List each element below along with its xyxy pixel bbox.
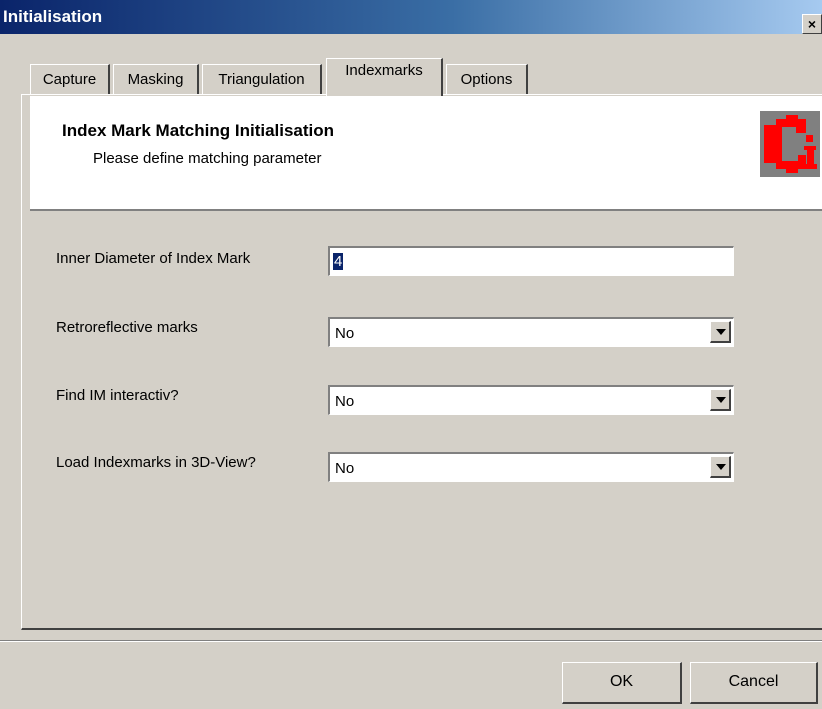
retroreflective-select[interactable]: No bbox=[328, 317, 734, 347]
inner-diameter-input[interactable]: 4 bbox=[328, 246, 734, 276]
cancel-button[interactable]: Cancel bbox=[690, 662, 818, 704]
chevron-down-icon[interactable] bbox=[710, 321, 731, 343]
find-im-value: No bbox=[335, 393, 355, 410]
ok-button[interactable]: OK bbox=[562, 662, 682, 704]
tab-masking[interactable]: Masking bbox=[113, 64, 199, 95]
window-title: Initialisation bbox=[3, 7, 103, 26]
retroreflective-value: No bbox=[335, 325, 355, 342]
tab-label: Masking bbox=[127, 71, 184, 88]
tab-label: Triangulation bbox=[218, 71, 305, 88]
chevron-down-icon[interactable] bbox=[710, 456, 731, 478]
app-logo-icon bbox=[760, 111, 820, 177]
tab-label: Capture bbox=[42, 71, 97, 88]
tab-label: Indexmarks bbox=[345, 62, 423, 79]
tab-label: Options bbox=[460, 71, 513, 88]
page-subtitle: Please define matching parameter bbox=[93, 150, 322, 167]
inner-diameter-value: 4 bbox=[333, 253, 344, 270]
title-bar: Initialisation × bbox=[0, 0, 822, 34]
page-header: Index Mark Matching Initialisation Pleas… bbox=[30, 96, 822, 211]
find-im-label: Find IM interactiv? bbox=[56, 387, 179, 404]
load-indexmarks-value: No bbox=[335, 460, 355, 477]
page-title: Index Mark Matching Initialisation bbox=[62, 121, 335, 140]
tab-capture[interactable]: Capture bbox=[30, 64, 110, 95]
tab-triangulation[interactable]: Triangulation bbox=[202, 64, 322, 95]
footer-divider bbox=[0, 640, 822, 642]
close-button[interactable]: × bbox=[802, 14, 822, 34]
tab-indexmarks[interactable]: Indexmarks bbox=[326, 58, 443, 98]
load-indexmarks-select[interactable]: No bbox=[328, 452, 734, 482]
tab-options[interactable]: Options bbox=[446, 64, 528, 95]
close-icon: × bbox=[807, 16, 817, 32]
inner-diameter-label: Inner Diameter of Index Mark bbox=[56, 250, 251, 267]
find-im-select[interactable]: No bbox=[328, 385, 734, 415]
chevron-down-icon[interactable] bbox=[710, 389, 731, 411]
retroreflective-label: Retroreflective marks bbox=[56, 319, 198, 336]
load-indexmarks-label: Load Indexmarks in 3D-View? bbox=[56, 454, 256, 471]
